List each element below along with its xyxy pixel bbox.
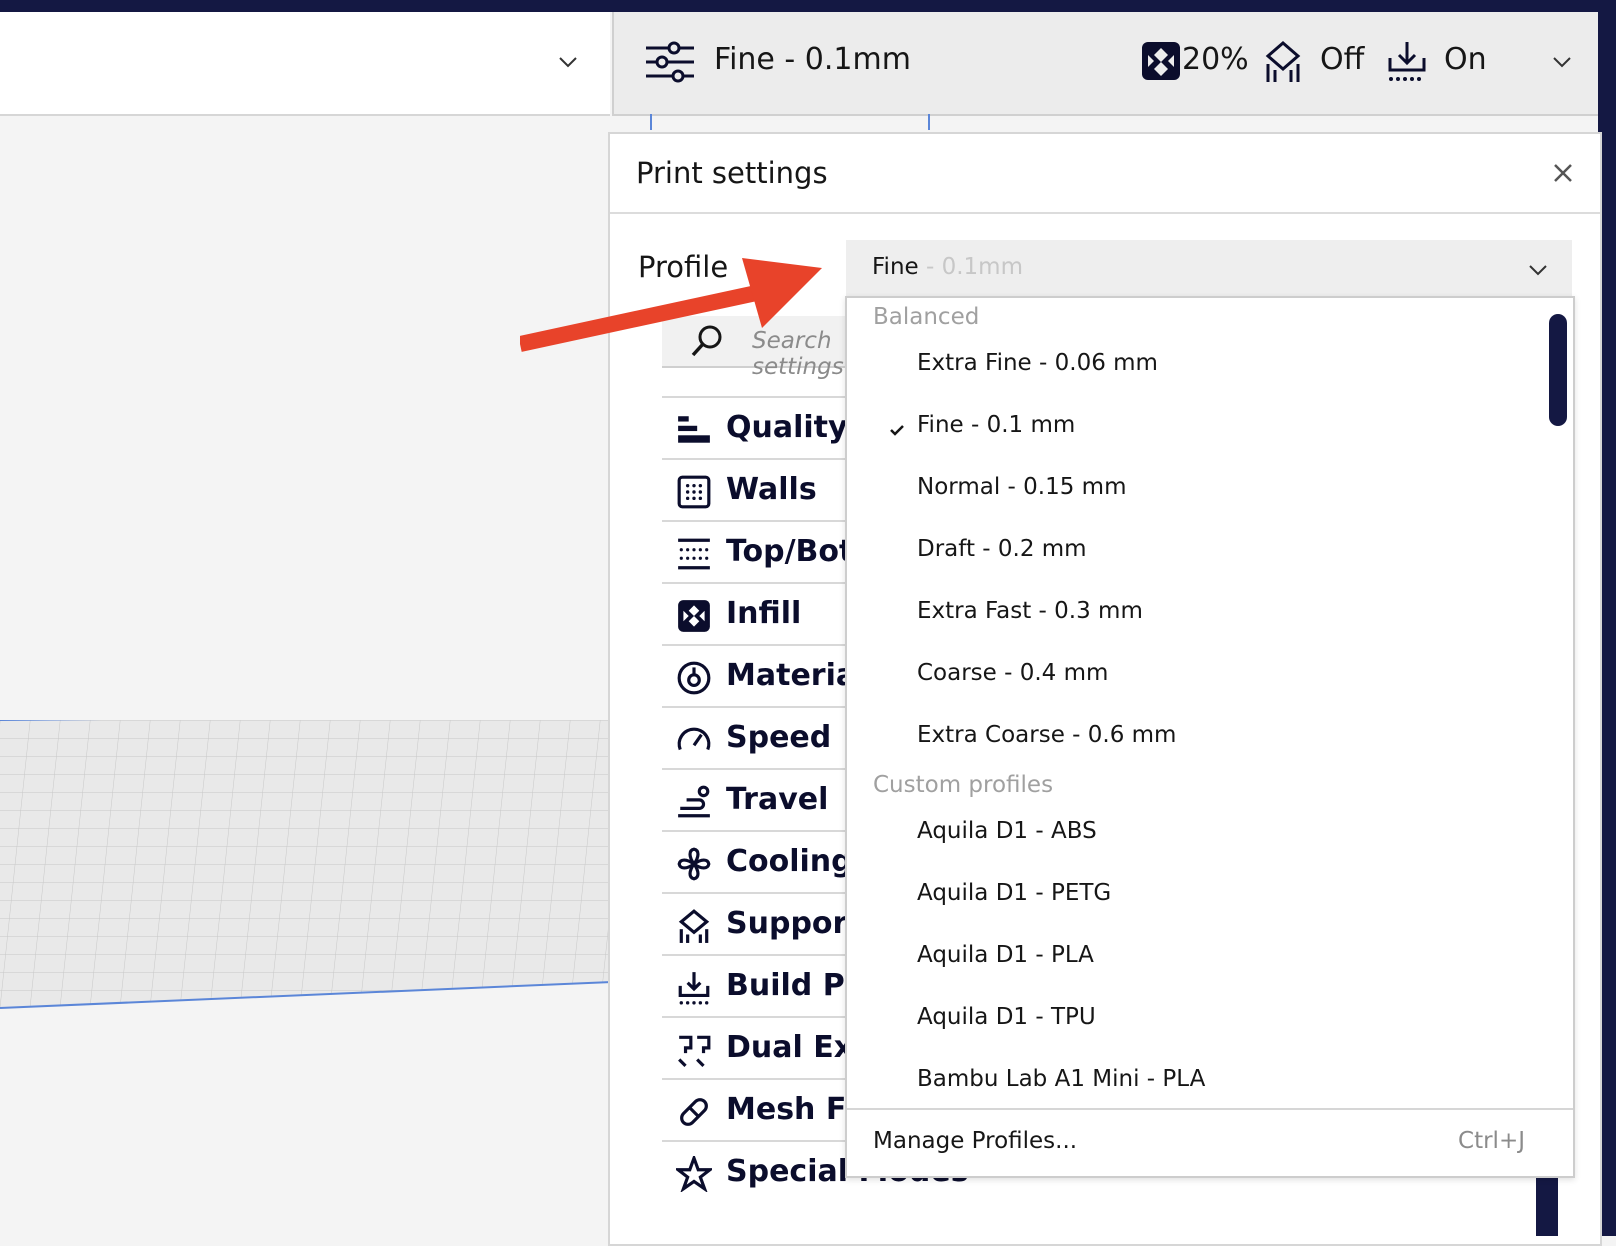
infill-icon [1142,42,1180,80]
travel-icon [678,785,710,818]
profile-dropdown-menu: Balanced Extra Fine - 0.06 mm Fine - 0.1 m… [845,296,1575,1178]
profile-select-value: Fine - 0.1mm [872,254,1023,280]
profile-option[interactable]: Draft - 0.2 mm [917,536,1087,562]
adhesion-icon [1388,42,1426,81]
manage-profiles-label: Manage Profiles... [873,1128,1078,1154]
adhesion-value: On [1444,42,1487,77]
window-top-band [0,0,1616,12]
printer-selector-bar[interactable] [0,12,610,116]
support-value: Off [1320,42,1365,77]
build-plate-icon [678,972,710,1005]
profile-group-header: Balanced [873,304,980,330]
walls-icon [677,475,711,509]
profile-option[interactable]: Aquila D1 - ABS [917,818,1097,844]
dropdown-scrollbar[interactable] [1549,314,1567,426]
chevron-down-icon[interactable] [556,50,580,74]
cooling-icon [677,847,711,881]
profile-option[interactable]: Bambu Lab A1 Mini - PLA [917,1066,1205,1092]
profile-option[interactable]: Extra Coarse - 0.6 mm [917,722,1176,748]
print-setup-bar[interactable]: Fine - 0.1mm 20% Off On [612,12,1600,116]
mesh-fixes-icon [680,1098,708,1126]
settings-category-label: Infill [726,596,802,631]
special-modes-icon [676,1156,712,1192]
annotation-arrow [520,258,822,352]
settings-category-label: Support [726,906,862,941]
top-bottom-icon [678,538,710,570]
infill-icon [678,600,710,632]
chevron-down-icon [1529,265,1547,276]
settings-sliders-icon [646,41,694,83]
plate-edge-line [928,114,930,130]
profile-option[interactable]: Aquila D1 - TPU [917,1004,1096,1030]
manage-profiles-shortcut: Ctrl+J [1458,1128,1525,1154]
stage-profile-label: Fine - 0.1mm [714,42,911,77]
profile-select[interactable]: Fine - 0.1mm [846,240,1572,299]
profile-option[interactable]: Extra Fine - 0.06 mm [917,350,1158,376]
profile-option[interactable]: Coarse - 0.4 mm [917,660,1108,686]
profile-option[interactable]: Extra Fast - 0.3 mm [917,598,1143,624]
panel-divider [610,212,1600,214]
support-icon [678,909,710,943]
settings-category-label: Quality [726,410,848,445]
build-plate-viewport[interactable] [0,12,612,1236]
settings-category-label: Cooling [726,844,853,879]
profile-group-header: Custom profiles [873,772,1054,798]
plate-edge-line [650,114,652,130]
profile-option[interactable]: Normal - 0.15 mm [917,474,1126,500]
quality-icon [678,416,710,443]
dual-extrusion-icon [678,1035,711,1068]
material-icon [677,661,711,695]
build-plate-grid [0,720,612,1009]
panel-title: Print settings [636,156,828,190]
settings-category-label: Walls [726,472,817,507]
profile-option[interactable]: Aquila D1 - PLA [917,942,1094,968]
chevron-down-icon[interactable] [1550,50,1574,74]
settings-category-label: Travel [726,782,829,817]
infill-value: 20% [1182,42,1249,77]
manage-profiles-item[interactable]: Manage Profiles... Ctrl+J [847,1108,1573,1176]
close-icon[interactable] [1548,158,1578,188]
speed-icon [677,727,711,751]
profile-option[interactable]: Fine - 0.1 mm [917,412,1075,438]
checkmark-icon [890,425,904,436]
settings-category-label: Speed [726,720,832,755]
support-icon [1265,41,1301,82]
profile-option[interactable]: Aquila D1 - PETG [917,880,1111,906]
